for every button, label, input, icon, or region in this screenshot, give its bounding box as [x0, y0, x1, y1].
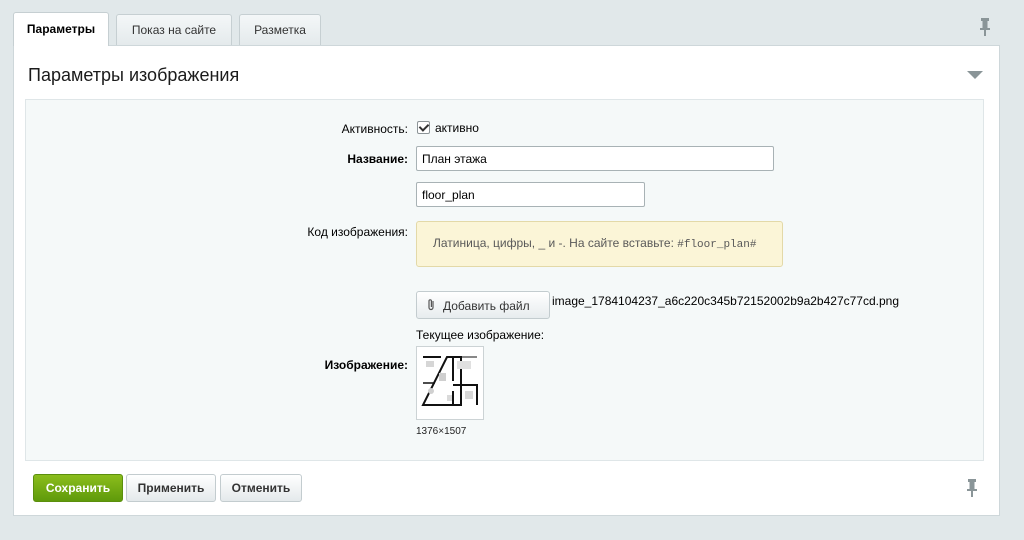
save-button[interactable]: Сохранить [33, 474, 123, 502]
activity-checkbox[interactable] [417, 121, 430, 134]
tab-site-display[interactable]: Показ на сайте [116, 14, 232, 45]
add-file-label: Добавить файл [443, 299, 530, 313]
name-label: Название: [347, 152, 408, 166]
apply-button[interactable]: Применить [126, 474, 216, 502]
pin-icon[interactable] [965, 478, 979, 498]
current-image-label: Текущее изображение: [416, 328, 545, 342]
code-hint: Латиница, цифры, _ и -. На сайте вставьт… [416, 221, 783, 267]
name-input[interactable] [416, 146, 774, 171]
image-dimensions: 1376×1507 [416, 426, 467, 437]
add-file-button[interactable]: Добавить файл [416, 291, 550, 319]
file-name: image_1784104237_a6c220c345b72152002b9a2… [552, 294, 899, 308]
code-hint-text: Латиница, цифры, _ и -. На сайте вставьт… [433, 236, 678, 250]
cancel-button[interactable]: Отменить [220, 474, 302, 502]
tab-markup[interactable]: Разметка [239, 14, 321, 45]
paperclip-icon [428, 299, 434, 311]
tab-parameters[interactable]: Параметры [13, 12, 109, 46]
code-input[interactable] [416, 182, 645, 207]
form-fields-area: Активность: активно Название: Код изобра… [25, 99, 984, 461]
form-panel: Параметры изображения Активность: активн… [13, 45, 1000, 516]
collapse-arrow-icon[interactable] [967, 71, 983, 79]
image-thumbnail[interactable] [416, 346, 484, 420]
section-title: Параметры изображения [28, 65, 240, 85]
image-label: Изображение: [324, 358, 408, 372]
code-hint-code: #floor_plan# [677, 239, 757, 251]
pin-icon[interactable] [978, 17, 992, 37]
activity-label: Активность: [341, 122, 408, 136]
activity-checkbox-text[interactable]: активно [435, 121, 479, 135]
floor-plan-image [417, 347, 483, 419]
code-label: Код изображения: [307, 225, 408, 239]
